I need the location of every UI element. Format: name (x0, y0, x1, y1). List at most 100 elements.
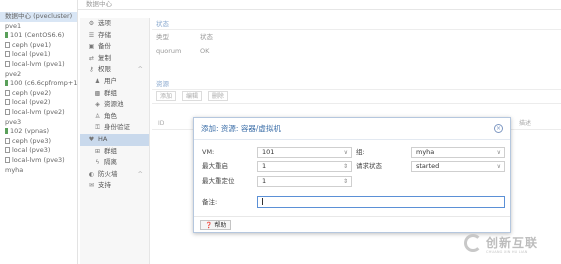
chevron-up-icon: ^ (137, 65, 143, 74)
tree-item-vm[interactable]: 100 (c6.6cpfromp+1) (0, 79, 77, 89)
gear-icon: ⚙ (88, 20, 95, 27)
nav-item-options[interactable]: ⚙ 选项 (80, 18, 149, 30)
nav-item-firewall[interactable]: ◐ 防火墙 ^ (80, 169, 149, 181)
status-section-title: 状态 (152, 18, 561, 30)
close-icon[interactable]: × (494, 124, 503, 133)
resource-tree: 数据中心 (pvecluster) pve1 101 (CentOS6.6) c… (0, 0, 78, 264)
spinner-icon[interactable]: ⇕ (343, 177, 348, 186)
tree-item-node[interactable]: pve2 (0, 70, 77, 80)
nav-item-replication[interactable]: ⇄ 复制 (80, 53, 149, 65)
watermark-logo: 创新互联 CHUANG XIN HU LIAN (464, 230, 559, 260)
key-icon: ⚷ (89, 66, 94, 74)
nav-item-ha-groups[interactable]: ⊞ 群组 (80, 146, 149, 158)
tree-item-storage[interactable]: local (pve1) (0, 50, 77, 60)
add-button[interactable]: 添加 (156, 91, 177, 101)
max-restart-spinner[interactable]: 1 ⇕ (257, 161, 352, 172)
storage-icon (5, 41, 10, 48)
vm-icon (5, 80, 8, 87)
tree-item-storage[interactable]: ceph (pve3) (0, 137, 77, 147)
user-icon: ♟ (94, 77, 101, 85)
storage-icon (5, 89, 10, 96)
datacenter-nav: ⚙ 选项 ☰ 存储 ▣ 备份 ⇄ 复制 ⚷ 权限 ^ ♟ 用户 ▩ 群组 ◈ 资源池 ♙ 角色 ⚿ 身… (80, 18, 150, 264)
tree-item-storage[interactable]: local (pve3) (0, 146, 77, 156)
comment-label: 备注: (202, 198, 218, 206)
watermark-subtext: CHUANG XIN HU LIAN (486, 250, 528, 254)
logo-mark-icon (464, 234, 482, 252)
nav-item-support[interactable]: ✉ 支持 (80, 180, 149, 192)
tree-item-storage[interactable]: local-lvm (pve3) (0, 156, 77, 166)
tree-item-storage[interactable]: local-lvm (pve1) (0, 60, 77, 70)
tree-item-vm[interactable]: 101 (CentOS6.6) (0, 31, 77, 41)
column-header-description[interactable]: 描述 (519, 118, 531, 130)
database-icon: ☰ (88, 31, 95, 39)
group-icon: ▩ (94, 89, 101, 97)
max-relocate-label: 最大重定位 (202, 177, 235, 185)
vm-row: VM: 101 ∨ (202, 146, 352, 158)
tree-item-storage[interactable]: ceph (pve2) (0, 89, 77, 99)
object-group-icon: ⊞ (94, 147, 101, 155)
nav-item-auth[interactable]: ⚿ 身份验证 (80, 122, 149, 134)
request-state-row: 请求状态 started ∨ (356, 160, 506, 172)
bolt-icon: ϟ (95, 159, 100, 167)
help-button[interactable]: ❓ 帮助 (200, 220, 232, 230)
tree-item-vm[interactable]: 102 (vpnas) (0, 127, 77, 137)
spinner-icon[interactable]: ⇕ (343, 162, 348, 171)
tree-item-storage[interactable]: local-lvm (pve2) (0, 108, 77, 118)
tree-item-storage[interactable]: ceph (pve1) (0, 41, 77, 51)
nav-item-storage[interactable]: ☰ 存储 (80, 30, 149, 42)
max-restart-label: 最大重启 (202, 162, 228, 170)
storage-icon (5, 99, 10, 106)
male-icon: ♙ (94, 112, 101, 120)
tree-item-datacenter[interactable]: 数据中心 (pvecluster) (0, 12, 77, 22)
storage-icon (5, 137, 10, 144)
watermark-text: 创新互联 (486, 236, 539, 250)
column-header-id[interactable]: ID (158, 120, 164, 127)
dialog-footer: ❓ 帮助 (194, 216, 510, 232)
vm-icon (5, 32, 8, 39)
nav-item-permissions[interactable]: ⚷ 权限 ^ (80, 64, 149, 76)
tree-item-node[interactable]: pve3 (0, 118, 77, 128)
comment-row: 备注: (202, 196, 506, 208)
chevron-up-icon: ^ (137, 169, 143, 178)
vm-select[interactable]: 101 ∨ (257, 147, 352, 158)
nav-item-users[interactable]: ♟ 用户 (80, 76, 149, 88)
vm-label: VM: (202, 148, 215, 156)
max-restart-row: 最大重启 1 ⇕ (202, 160, 352, 172)
add-ha-resource-dialog: 添加: 资源: 容器/虚拟机 × VM: 101 ∨ 最大重启 1 ⇕ 最大重定位 … (193, 117, 511, 233)
text-cursor (262, 197, 263, 205)
chevron-down-icon: ∨ (343, 149, 348, 156)
resources-section-title: 资源 (152, 78, 561, 90)
max-relocate-spinner[interactable]: 1 ⇕ (257, 176, 352, 187)
group-select[interactable]: myha ∨ (411, 147, 505, 158)
storage-icon (5, 60, 10, 67)
shield-icon: ◐ (88, 170, 95, 178)
chevron-down-icon: ∨ (496, 149, 501, 156)
tree-item-storage[interactable]: local (pve2) (0, 98, 77, 108)
nav-item-ha[interactable]: ♥ HA (80, 133, 149, 146)
heartbeat-icon: ♥ (88, 135, 95, 143)
nav-item-groups[interactable]: ▩ 群组 (80, 88, 149, 100)
status-row: quorum OK (156, 47, 210, 55)
storage-icon (5, 147, 10, 154)
comment-input[interactable] (257, 196, 505, 208)
keyhole-icon: ⚿ (95, 124, 100, 132)
tag-icon: ◈ (95, 101, 100, 109)
header-bar: 数据中心 (78, 0, 561, 10)
request-state-select[interactable]: started ∨ (411, 161, 505, 172)
comments-icon: ✉ (88, 182, 95, 190)
max-relocate-row: 最大重定位 1 ⇕ (202, 175, 352, 187)
remove-button[interactable]: 删除 (207, 91, 228, 101)
edit-button[interactable]: 编辑 (181, 91, 202, 101)
nav-item-backup[interactable]: ▣ 备份 (80, 41, 149, 53)
group-label: 组: (356, 148, 365, 156)
vm-icon (5, 128, 8, 135)
replicate-icon: ⇄ (88, 54, 95, 62)
storage-icon (5, 156, 10, 163)
storage-icon (5, 108, 10, 115)
nav-item-fencing[interactable]: ϟ 隔离 (80, 157, 149, 169)
nav-item-roles[interactable]: ♙ 角色 (80, 111, 149, 123)
tree-item-pool[interactable]: myha (0, 166, 77, 176)
dialog-title: 添加: 资源: 容器/虚拟机 (201, 124, 281, 133)
nav-item-pools[interactable]: ◈ 资源池 (80, 99, 149, 111)
tree-item-node[interactable]: pve1 (0, 22, 77, 32)
